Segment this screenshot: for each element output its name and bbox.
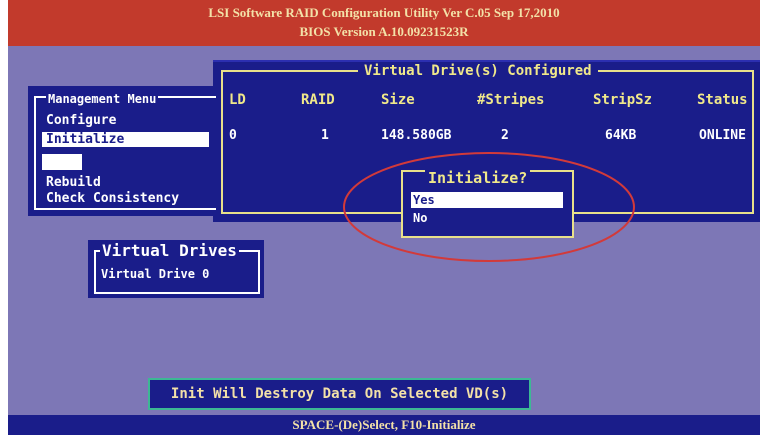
col-header-stripes: #Stripes <box>477 92 545 108</box>
menu-item-initialize[interactable]: Initialize <box>42 132 209 147</box>
virtual-drive-item[interactable]: Virtual Drive 0 <box>101 267 210 281</box>
col-header-raid: RAID <box>301 92 335 108</box>
initialize-dialog: Initialize? Yes No <box>401 169 574 238</box>
menu-item-rebuild[interactable]: Rebuild <box>46 175 101 190</box>
col-header-stripsz: StripSz <box>593 92 653 108</box>
cell-ld: 0 <box>229 128 237 143</box>
bios-version: BIOS Version A.10.09231523R <box>299 24 469 39</box>
option-no[interactable]: No <box>411 210 427 226</box>
utility-title: LSI Software RAID Configuration Utility … <box>208 5 560 20</box>
cell-status: ONLINE <box>699 128 746 143</box>
menu-item-check-consistency[interactable]: Check Consistency <box>46 191 179 206</box>
status-bar: SPACE-(De)Select, F10-Initialize <box>8 415 760 435</box>
col-header-ld: LD <box>229 92 246 108</box>
management-menu-title: Management Menu <box>46 92 159 106</box>
warning-message: Init Will Destroy Data On Selected VD(s) <box>148 378 531 410</box>
management-menu: Management Menu Configure Initialize Reb… <box>28 86 216 216</box>
vd-panel-title: Virtual Drive(s) Configured <box>358 62 598 80</box>
virtual-drives-title: Virtual Drives <box>100 241 239 261</box>
title-bar: LSI Software RAID Configuration Utility … <box>8 0 760 46</box>
col-header-size: Size <box>381 92 415 108</box>
cell-size: 148.580GB <box>381 128 452 143</box>
menu-item-blank[interactable] <box>42 154 82 170</box>
menu-item-configure[interactable]: Configure <box>46 113 116 128</box>
bios-screen: LSI Software RAID Configuration Utility … <box>8 0 760 435</box>
col-header-status: Status <box>697 92 748 108</box>
option-yes[interactable]: Yes <box>411 192 563 208</box>
cell-stripes: 2 <box>501 128 509 143</box>
cell-stripsz: 64KB <box>605 128 637 143</box>
dialog-title: Initialize? <box>425 169 531 187</box>
cell-raid: 1 <box>321 128 329 143</box>
virtual-drives-box: Virtual Drives Virtual Drive 0 <box>88 240 264 298</box>
